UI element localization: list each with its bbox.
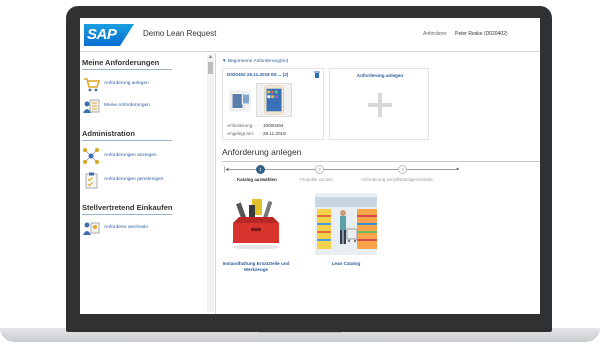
created-on-value: 26.11.2018 [263,131,286,136]
switch-user-icon [83,222,100,235]
main-content: ▼ Begonnene Anforderung(en) D020402 26.1… [218,53,540,314]
sidebar-item-label: Meine Anforderungen [104,103,150,108]
clipboard-check-icon [85,172,98,189]
sidebar: Meine Anforderungen Anforderung anlegen … [80,53,216,314]
shell-header: SAP Demo Lean Request Anforderer Peter R… [80,18,540,52]
scroll-up-icon[interactable]: ▲ [207,54,214,61]
wizard-step-1-label: Katalog auswählen [237,177,277,182]
new-request-title: Anforderung anlegen [356,73,404,78]
divider [82,214,172,215]
sap-logo[interactable]: SAP [84,24,134,46]
divider [82,69,172,70]
sidebar-item-label: Anforderungen anzeigen [104,153,157,158]
request-number-label: Anforderung: [227,123,254,128]
started-requests-label: Begonnene Anforderung(en) [227,59,289,64]
sidebar-item-switch-requester[interactable]: Anforderer wechseln [82,219,202,239]
section-my-requests: Meine Anforderungen [82,58,160,67]
cart-icon [84,78,100,92]
chevron-down-icon: ▼ [222,58,227,63]
sidebar-scrollbar[interactable]: ▲ [207,54,214,312]
divider [82,140,172,141]
network-icon [83,148,99,164]
ipad-gold-image [256,83,292,117]
new-request-tile[interactable]: Anforderung anlegen [329,68,429,140]
wizard-step-3[interactable]: 3 [398,165,407,174]
sidebar-item-label: Anforderer wechseln [104,225,148,230]
user-list-icon [83,99,100,113]
supermarket-image [315,193,377,255]
divider [222,161,540,162]
section-title: Anforderung anlegen [222,147,302,157]
wizard-step-1[interactable]: 1 [256,165,265,174]
open-request-title[interactable]: D020402 26.11.2018 00:... (2) [227,72,288,77]
sidebar-item-create-request[interactable]: Anforderung anlegen [82,75,202,95]
wizard-step-2-label: Produkte suchen [300,177,333,182]
sidebar-item-label: Anforderungen genehmigen [104,177,164,182]
sidebar-item-my-requests[interactable]: Meine Anforderungen [82,97,202,117]
app-title: Demo Lean Request [143,29,217,38]
sidebar-item-approve-requests[interactable]: Anforderungen genehmigen [82,171,202,191]
created-on-label: Angelegt am: [227,131,255,136]
plus-icon-bar [368,103,392,107]
sidebar-item-show-requests[interactable]: Anforderungen anzeigen [82,147,202,167]
open-request-card[interactable]: D020402 26.11.2018 00:... (2) Anforderun… [222,68,324,140]
requester-label: Anforderer [423,31,447,37]
scroll-thumb[interactable] [208,62,213,74]
user-name[interactable]: Peter Reske (D020402) [455,31,508,37]
ipad-white-image [229,89,251,112]
catalog-tile-label: Instandhaltung Ersatzteile und Werkzeuge [222,261,290,272]
trash-icon[interactable] [314,71,320,78]
catalog-tile-lean-catalog[interactable]: Lean Catalog [310,193,382,283]
toolbox-image [232,199,280,250]
wizard-step-3-label: Anforderung vervollständigen/senden [361,177,434,182]
catalog-tile-maintenance[interactable]: Instandhaltung Ersatzteile und Werkzeuge [220,193,292,283]
catalog-tile-label: Lean Catalog [331,261,361,266]
section-delegate-shopping: Stellvertretend Einkaufen [82,203,173,212]
sidebar-item-label: Anforderung anlegen [104,81,149,86]
section-administration: Administration [82,129,135,138]
started-requests-toggle[interactable]: ▼ Begonnene Anforderung(en) [222,58,288,64]
app-screen: SAP Demo Lean Request Anforderer Peter R… [80,18,540,314]
request-number-value: 10000484 [263,123,284,128]
wizard-end-icon: ◂ [456,166,459,172]
wizard-step-2[interactable]: 2 [315,165,324,174]
